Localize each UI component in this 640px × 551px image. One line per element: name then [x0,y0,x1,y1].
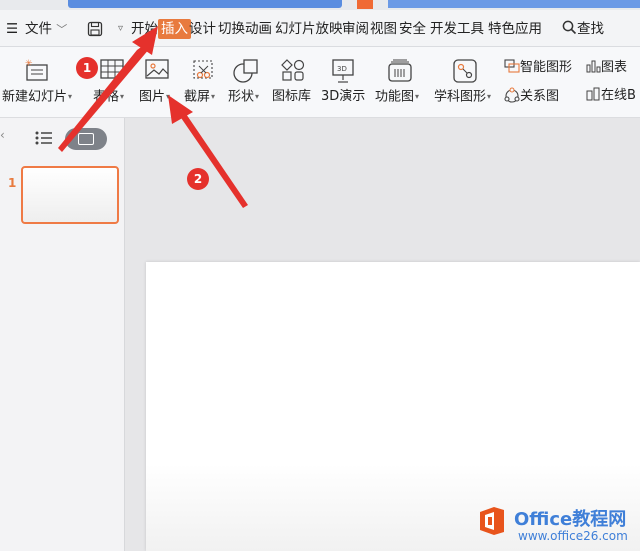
step-badge-1: 1 [76,57,98,79]
annotation-arrows [58,26,248,208]
arrow-to-picture-button [168,95,248,208]
arrow-to-insert-tab [58,26,158,152]
step-badge-2: 2 [187,168,209,190]
